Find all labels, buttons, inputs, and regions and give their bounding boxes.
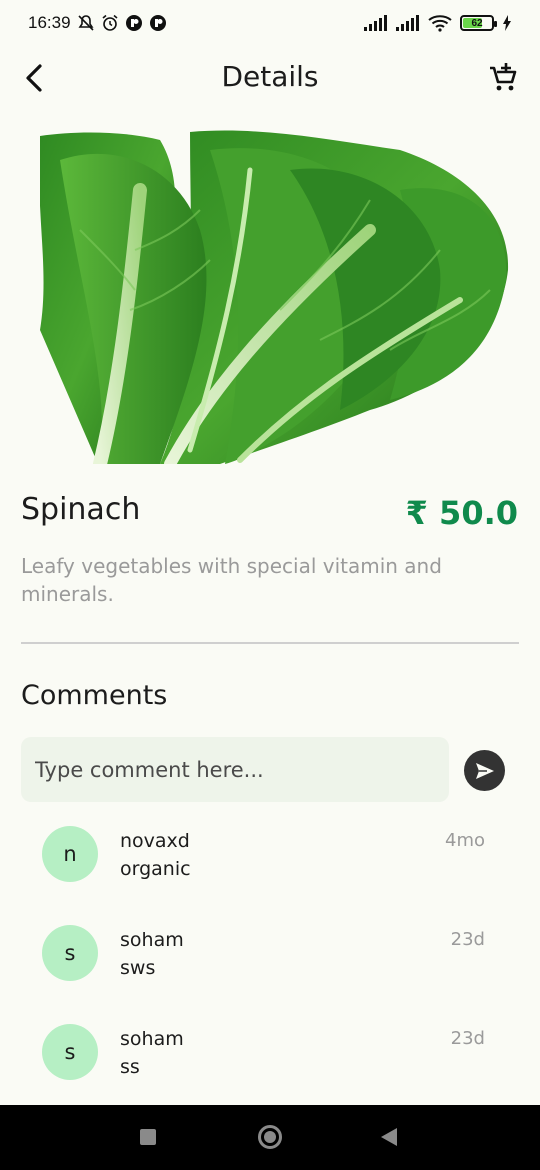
comment-input[interactable]: [21, 737, 449, 802]
status-left: 16:39: [28, 13, 167, 33]
system-back-button[interactable]: [381, 1128, 397, 1146]
comment-text: organic: [120, 858, 191, 880]
status-time: 16:39: [28, 13, 71, 32]
mute-icon: [77, 15, 94, 31]
battery-level: 62: [471, 17, 483, 29]
comment-text: sws: [120, 957, 156, 979]
divider: [21, 642, 519, 644]
comment-username: soham: [120, 929, 184, 951]
comments-title: Comments: [21, 680, 168, 711]
alarm-icon: [102, 14, 118, 31]
product-description: Leafy vegetables with special vitamin an…: [21, 554, 442, 606]
signal-icon: [364, 15, 387, 31]
send-icon: [475, 762, 494, 779]
signal-icon: [396, 15, 419, 31]
add-to-cart-icon: [490, 63, 517, 91]
list-item: s soham ss 23d: [0, 1020, 540, 1100]
charging-icon: [503, 15, 511, 31]
status-bar: 16:39 62: [0, 0, 540, 46]
comment-time: 23d: [450, 1028, 485, 1049]
app-icon: [125, 15, 142, 31]
wifi-icon: [428, 15, 452, 32]
avatar: s: [42, 925, 98, 981]
leafy-vegetable-illustration: [38, 130, 509, 471]
home-button[interactable]: [258, 1125, 282, 1149]
page-title: Details: [221, 60, 319, 93]
list-item: s soham sws 23d: [0, 921, 540, 1001]
comment-text: ss: [120, 1056, 140, 1078]
comment-username: soham: [120, 1028, 184, 1050]
system-nav-bar: [0, 1105, 540, 1170]
app-icon: [149, 15, 166, 31]
leafy-vegetable-image: [38, 130, 510, 471]
comment-time: 23d: [450, 929, 485, 950]
comment-time: 4mo: [445, 830, 485, 851]
comment-username: novaxd: [120, 830, 190, 852]
list-item: n novaxd organic 4mo: [0, 822, 540, 902]
avatar: n: [42, 826, 98, 882]
battery-icon: 62: [460, 15, 497, 31]
avatar: s: [42, 1024, 98, 1080]
add-to-cart-button[interactable]: [484, 58, 524, 98]
recents-button[interactable]: [140, 1129, 156, 1145]
product-price: ₹ 50.0: [405, 494, 518, 532]
product-name: Spinach: [21, 492, 141, 527]
app-bar: Details: [0, 46, 540, 110]
status-right: 62: [364, 14, 512, 32]
send-button[interactable]: [464, 750, 505, 791]
